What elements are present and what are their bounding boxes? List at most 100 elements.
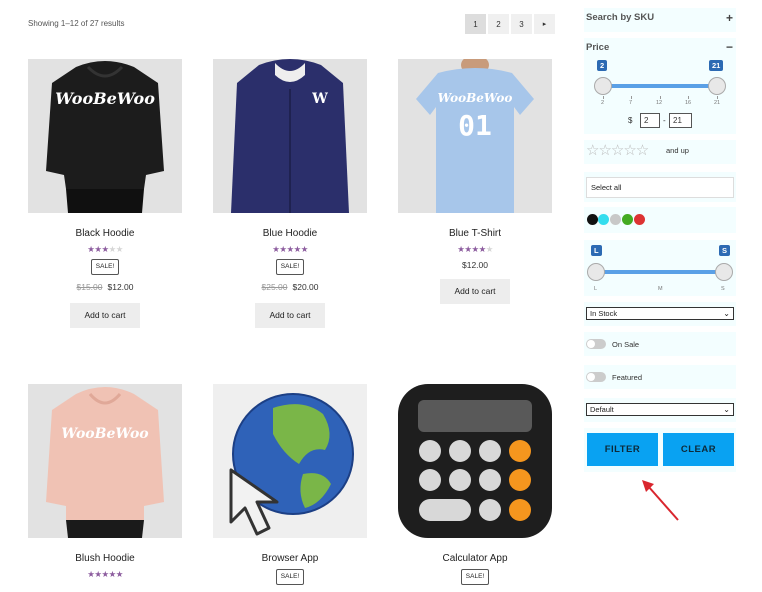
add-to-cart-button[interactable]: Add to cart [440, 279, 510, 304]
product-name[interactable]: Browser App [213, 553, 367, 565]
add-to-cart-button[interactable]: Add to cart [255, 303, 325, 328]
rating-stars-icon[interactable]: ☆☆☆☆☆ [586, 142, 649, 160]
shirt-number: 01 [458, 109, 492, 142]
page-2-button[interactable]: 2 [488, 14, 509, 34]
price-scale-label: 21 [714, 100, 721, 106]
sku-filter-panel[interactable]: Search by SKU + [584, 8, 736, 32]
pagination: 1 2 3 ▸ [465, 14, 557, 34]
price-max-handle[interactable] [708, 77, 726, 95]
price-filter-title: Price [586, 42, 610, 53]
product-logo: WooBeWoo [55, 89, 155, 108]
product-logo: WooBeWoo [437, 91, 513, 105]
price-min-handle[interactable] [594, 77, 612, 95]
add-to-cart-button[interactable]: Add to cart [70, 303, 140, 328]
rating-stars: ★★★★★ [28, 244, 182, 254]
filter-button[interactable]: FILTER [587, 433, 658, 466]
product-name[interactable]: Blue T-Shirt [398, 228, 552, 240]
sale-badge: SALE! [90, 259, 120, 275]
product-image[interactable] [398, 384, 552, 538]
price-min-tooltip: 2 [597, 60, 608, 71]
currency-symbol: $ [628, 116, 633, 125]
color-swatch-gray[interactable] [610, 214, 621, 225]
price-from-input[interactable]: 2 [640, 113, 660, 128]
product-name[interactable]: Blue Hoodie [213, 228, 367, 240]
price-scale-label: 16 [685, 100, 692, 106]
globe-icon [229, 393, 354, 536]
current-price: $20.00 [292, 282, 319, 292]
size-scale-label: M [658, 286, 663, 292]
chevron-down-icon: ⌄ [723, 405, 730, 414]
rating-stars: ★★★★★ [213, 244, 367, 254]
rating-stars: ★★★★★ [28, 569, 182, 579]
sort-select-value: Default [590, 405, 614, 414]
star-filled-icon: ★ [108, 569, 117, 579]
product-card: WooBeWoo Black Hoodie ★★★★★ SALE! $15.00… [28, 59, 182, 328]
clear-button[interactable]: CLEAR [663, 433, 734, 466]
star-filled-icon: ★ [471, 244, 479, 254]
next-page-button[interactable]: ▸ [534, 14, 555, 34]
featured-label: Featured [612, 373, 643, 382]
product-logo: WooBeWoo [61, 426, 149, 442]
rating-stars: ★★★★★ [398, 244, 552, 254]
color-swatch-red[interactable] [634, 214, 645, 225]
size-scale-label: L [594, 286, 598, 292]
product-card: WooBeWoo Blush Hoodie ★★★★★ [28, 384, 182, 579]
product-name[interactable]: Blush Hoodie [28, 553, 182, 565]
current-price: $12.00 [107, 282, 134, 292]
price-scale-label: 7 [629, 100, 633, 106]
rating-filter-panel: ☆☆☆☆☆ and up [584, 140, 736, 164]
featured-filter-panel [584, 365, 736, 389]
star-filled-icon: ★ [101, 569, 109, 579]
star-filled-icon: ★ [300, 244, 309, 254]
product-card: W Blue Hoodie ★★★★★ SALE! $25.00 $20.00 A… [213, 59, 367, 328]
product-price: $12.00 [398, 260, 552, 271]
sort-select[interactable]: Default ⌄ [586, 403, 734, 416]
page-3-button[interactable]: 3 [511, 14, 532, 34]
page-1-button[interactable]: 1 [465, 14, 486, 34]
featured-toggle[interactable] [586, 372, 606, 382]
product-price: $25.00 $20.00 [213, 282, 367, 293]
collapse-icon[interactable]: − [726, 40, 733, 54]
old-price: $15.00 [76, 282, 103, 292]
star-empty-icon: ★ [108, 244, 117, 254]
star-filled-icon: ★ [115, 569, 124, 579]
price-range-track[interactable] [603, 84, 717, 88]
stock-select-value: In Stock [590, 309, 618, 318]
sku-filter-title: Search by SKU [586, 12, 655, 23]
star-filled-icon: ★ [293, 244, 302, 254]
hoodie-image [231, 59, 349, 213]
star-filled-icon: ★ [101, 244, 109, 254]
product-name[interactable]: Calculator App [398, 553, 552, 565]
product-image[interactable]: WooBeWoo 01 [398, 59, 552, 213]
current-price: $12.00 [462, 260, 488, 270]
on-sale-filter-panel [584, 332, 736, 356]
rating-suffix: and up [666, 146, 689, 155]
size-max-handle[interactable] [715, 263, 733, 281]
on-sale-label: On Sale [612, 340, 640, 349]
product-card: Calculator App SALE! [398, 384, 552, 585]
color-swatch-black[interactable] [587, 214, 598, 225]
product-image[interactable]: W [213, 59, 367, 213]
product-image[interactable]: WooBeWoo [28, 384, 182, 538]
expand-icon[interactable]: + [726, 11, 733, 25]
star-empty-icon: ★ [485, 244, 494, 254]
results-count: Showing 1–12 of 27 results [28, 19, 125, 28]
color-swatch-cyan[interactable] [598, 214, 609, 225]
product-image[interactable] [213, 384, 367, 538]
stock-select[interactable]: In Stock ⌄ [586, 307, 734, 320]
category-select[interactable]: Select all [586, 177, 734, 198]
star-filled-icon: ★ [286, 244, 294, 254]
product-image[interactable]: WooBeWoo [28, 59, 182, 213]
product-card: Browser App SALE! [213, 384, 367, 585]
price-separator: - [663, 116, 666, 125]
size-min-tooltip: L [591, 245, 602, 256]
product-logo: W [312, 91, 328, 107]
calculator-icon [398, 384, 552, 538]
color-swatch-green[interactable] [622, 214, 633, 225]
size-range-track[interactable] [596, 270, 724, 274]
on-sale-toggle[interactable] [586, 339, 606, 349]
price-to-input[interactable]: 21 [669, 113, 692, 128]
product-name[interactable]: Black Hoodie [28, 228, 182, 240]
size-max-tooltip: S [719, 245, 731, 256]
size-min-handle[interactable] [587, 263, 605, 281]
